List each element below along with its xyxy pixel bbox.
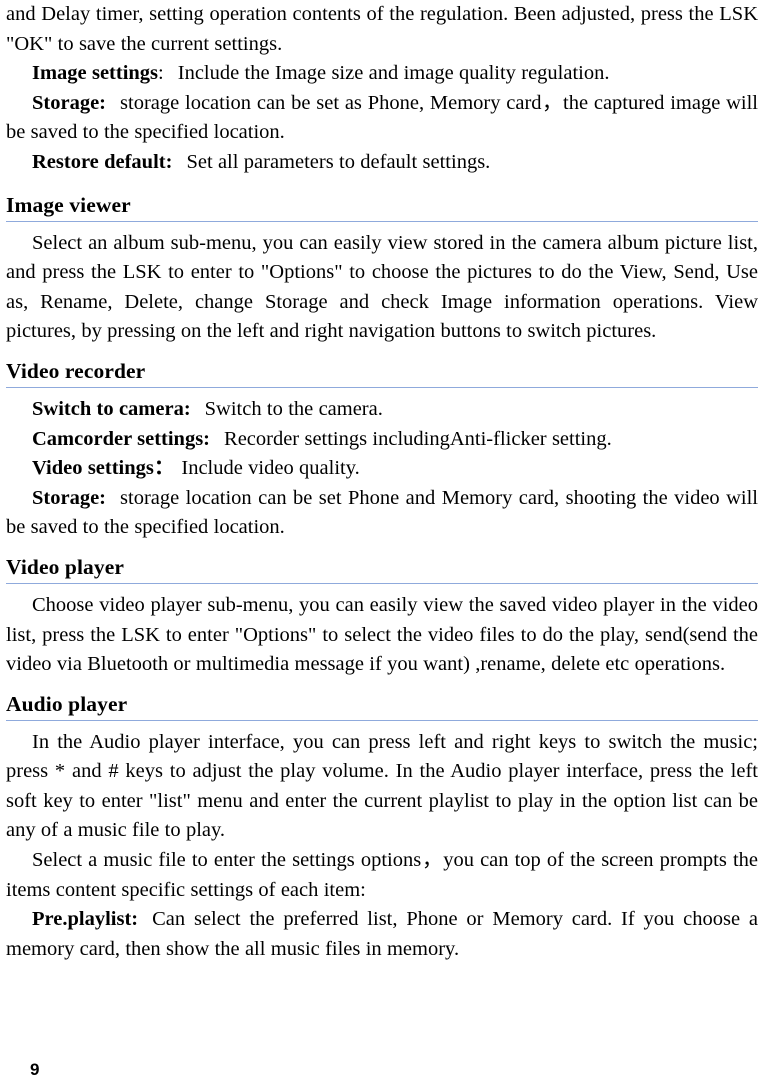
camera-item-image-settings: Image settings: Include the Image size an… — [6, 59, 758, 89]
item-label: Switch to camera: — [32, 397, 191, 420]
section-heading-video-recorder: Video recorder — [6, 358, 758, 388]
section-video-recorder-heading-block: Video recorder — [6, 358, 758, 388]
section-audio-player-paragraph-1: In the Audio player interface, you can p… — [6, 730, 758, 842]
audio-player-item-pre-playlist: Pre.playlist: Can select the preferred li… — [6, 905, 758, 964]
item-label: Camcorder settings: — [32, 427, 211, 450]
item-label: Video settings： — [32, 457, 175, 480]
item-text: Switch to the camera. — [204, 397, 383, 420]
camera-item-text: Include the Image size and image quality… — [177, 62, 610, 85]
item-text: storage location can be set Phone and Me… — [6, 486, 758, 539]
section-audio-player-paragraph-2: Select a music file to enter the setting… — [6, 849, 758, 901]
item-text: Recorder settings includingAnti-flicker … — [224, 427, 612, 450]
camera-item-restore-default: Restore default: Set all parameters to de… — [6, 148, 758, 178]
item-label: Storage: — [32, 486, 107, 509]
section-heading-image-viewer: Image viewer — [6, 192, 758, 222]
section-image-viewer-heading-block: Image viewer — [6, 192, 758, 222]
camera-item-storage: Storage: storage location can be set as P… — [6, 89, 758, 148]
video-recorder-item-camcorder-settings: Camcorder settings: Recorder settings inc… — [6, 425, 758, 455]
camera-item-label: Image settings — [32, 62, 159, 85]
document-page: and Delay timer, setting operation conte… — [0, 0, 764, 1088]
item-text: Include video quality. — [181, 457, 360, 480]
video-recorder-item-storage: Storage: storage location can be set Phon… — [6, 484, 758, 543]
page-number: 9 — [30, 1060, 40, 1079]
camera-item-separator: : — [158, 62, 164, 85]
section-image-viewer-paragraph: Select an album sub-menu, you can easily… — [6, 231, 758, 343]
camera-item-label: Storage: — [32, 91, 107, 114]
section-heading-video-player: Video player — [6, 554, 758, 584]
video-recorder-item-video-settings: Video settings： Include video quality. — [6, 454, 758, 484]
top-paragraph: and Delay timer, setting operation conte… — [6, 3, 758, 55]
camera-item-label: Restore default: — [32, 150, 173, 173]
section-video-player-heading-block: Video player — [6, 554, 758, 584]
section-video-player-paragraph: Choose video player sub-menu, you can ea… — [6, 593, 758, 676]
camera-item-text: Set all parameters to default settings. — [186, 150, 491, 173]
section-audio-player-heading-block: Audio player — [6, 691, 758, 721]
video-recorder-item-switch-to-camera: Switch to camera: Switch to the camera. — [6, 395, 758, 425]
item-label: Pre.playlist: — [32, 908, 139, 931]
camera-item-text: storage location can be set as Phone, Me… — [6, 91, 758, 144]
section-heading-audio-player: Audio player — [6, 691, 758, 721]
